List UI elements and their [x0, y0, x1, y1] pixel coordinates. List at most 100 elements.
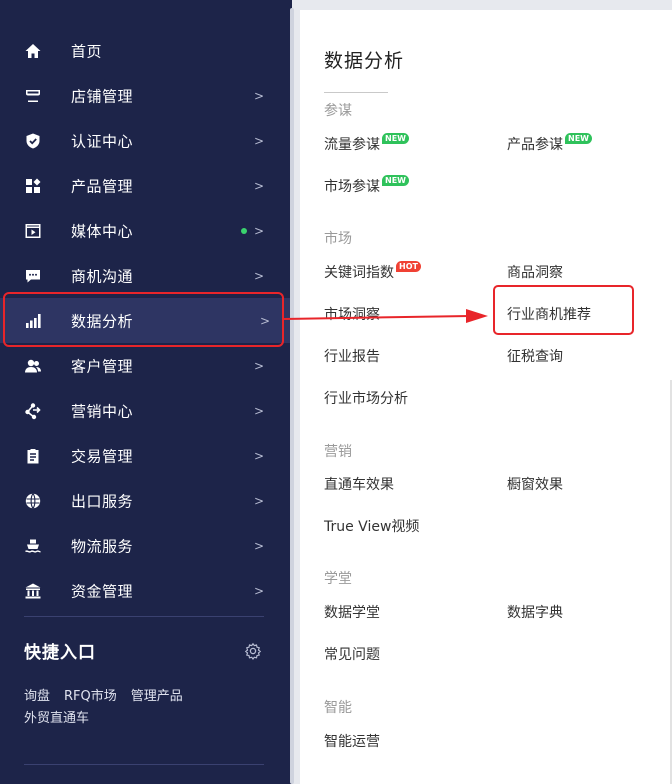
- sidebar-item-label: 产品管理: [71, 177, 134, 195]
- sidebar-item-data-analysis[interactable]: 数据分析 >: [0, 298, 292, 343]
- sidebar-item-label: 店铺管理: [71, 87, 134, 105]
- new-badge: NEW: [382, 132, 409, 144]
- link-label: 数据字典: [507, 605, 563, 621]
- sidebar-item-funds[interactable]: 资金管理 >: [0, 568, 292, 613]
- link-showcase-effect[interactable]: 橱窗效果: [507, 474, 563, 494]
- bank-icon: [24, 582, 42, 600]
- link-label: 征税查询: [507, 349, 563, 365]
- sidebar-divider: [24, 616, 264, 617]
- sidebar-item-export-services[interactable]: 出口服务 >: [0, 478, 292, 523]
- link-industry-report[interactable]: 行业报告: [324, 346, 380, 366]
- sidebar-item-label: 营销中心: [71, 402, 134, 420]
- customers-icon: [24, 357, 42, 375]
- link-industry-market-analysis[interactable]: 行业市场分析: [324, 388, 408, 408]
- chevron-right-icon: >: [253, 538, 264, 553]
- quick-link-manage-products[interactable]: 管理产品: [131, 689, 183, 704]
- section-title-academy: 学堂: [324, 571, 352, 587]
- link-label: 行业报告: [324, 349, 380, 365]
- sidebar-item-label: 物流服务: [71, 537, 134, 555]
- sidebar-divider: [24, 764, 264, 765]
- clipboard-icon: [24, 447, 42, 465]
- sidebar-scrollbar[interactable]: [290, 8, 294, 784]
- sidebar-item-business-chat[interactable]: 商机沟通 >: [0, 253, 292, 298]
- chevron-right-icon: >: [253, 403, 264, 418]
- ship-icon: [24, 537, 42, 555]
- hot-badge: HOT: [396, 260, 421, 272]
- link-label: 橱窗效果: [507, 477, 563, 493]
- sidebar-item-store[interactable]: 店铺管理 >: [0, 73, 292, 118]
- sidebar-item-marketing[interactable]: 营销中心 >: [0, 388, 292, 433]
- link-label: 商品洞察: [507, 265, 563, 281]
- sidebar-item-label: 商机沟通: [71, 267, 134, 285]
- media-play-icon: [24, 222, 42, 240]
- link-market-insight[interactable]: 市场洞察: [324, 304, 380, 324]
- link-label: 产品参谋: [507, 137, 563, 153]
- link-label: 行业市场分析: [324, 391, 408, 407]
- sidebar-item-label: 数据分析: [71, 312, 134, 330]
- link-smart-operations[interactable]: 智能运营: [324, 731, 380, 751]
- sidebar-item-label: 交易管理: [71, 447, 134, 465]
- section-title-marketing: 营销: [324, 444, 352, 460]
- quick-entry-links: 询盘 RFQ市场 管理产品外贸直通车: [24, 686, 274, 730]
- sidebar-item-products[interactable]: 产品管理 >: [0, 163, 292, 208]
- link-keyword-index[interactable]: 关键词指数 HOT: [324, 260, 421, 282]
- marketing-icon: [24, 402, 42, 420]
- sidebar-item-home[interactable]: 首页: [0, 28, 292, 73]
- link-data-dictionary[interactable]: 数据字典: [507, 602, 563, 622]
- sidebar-item-label: 资金管理: [71, 582, 134, 600]
- sidebar-item-certification[interactable]: 认证中心 >: [0, 118, 292, 163]
- chevron-right-icon: >: [253, 133, 264, 148]
- link-label: 数据学堂: [324, 605, 380, 621]
- bar-chart-icon: [24, 312, 42, 330]
- chevron-right-icon: >: [253, 358, 264, 373]
- sidebar-item-label: 客户管理: [71, 357, 134, 375]
- gear-icon[interactable]: [244, 642, 262, 660]
- link-label: 行业商机推荐: [507, 307, 591, 323]
- section-title-advisor: 参谋: [324, 103, 352, 119]
- new-badge: NEW: [565, 132, 592, 144]
- link-industry-opportunity-recommendation[interactable]: 行业商机推荐: [507, 304, 591, 324]
- sidebar-item-logistics[interactable]: 物流服务 >: [0, 523, 292, 568]
- shield-check-icon: [24, 132, 42, 150]
- link-label: 关键词指数: [324, 265, 394, 281]
- link-label: True View视频: [324, 519, 420, 535]
- sidebar-item-customers[interactable]: 客户管理 >: [0, 343, 292, 388]
- link-true-view-video[interactable]: True View视频: [324, 516, 419, 536]
- data-analysis-flyout-panel: 数据分析 参谋 流量参谋 NEW 产品参谋 NEW 市场参谋 NEW 市场 关键…: [300, 10, 672, 784]
- quick-entry-title: 快捷入口: [24, 643, 96, 663]
- chevron-right-icon: >: [253, 223, 264, 238]
- chevron-right-icon: >: [253, 493, 264, 508]
- chevron-right-icon: >: [253, 448, 264, 463]
- link-data-academy[interactable]: 数据学堂: [324, 602, 380, 622]
- home-icon: [24, 42, 42, 60]
- chevron-right-icon: >: [253, 268, 264, 283]
- link-traffic-advisor[interactable]: 流量参谋 NEW: [324, 132, 409, 154]
- link-product-insight[interactable]: 商品洞察: [507, 262, 563, 282]
- link-market-advisor[interactable]: 市场参谋 NEW: [324, 174, 409, 196]
- chevron-right-icon: >: [253, 583, 264, 598]
- globe-icon: [24, 492, 42, 510]
- sidebar-nav: 首页 店铺管理 > 认证中心 > 产品管理 > 媒体中心 > 商机沟通 > 数据…: [0, 0, 292, 784]
- sidebar-item-label: 认证中心: [71, 132, 134, 150]
- sidebar-item-label: 首页: [71, 42, 103, 60]
- quick-link-inquiry[interactable]: 询盘: [24, 689, 50, 704]
- chat-icon: [24, 267, 42, 285]
- sidebar-item-media[interactable]: 媒体中心 >: [0, 208, 292, 253]
- link-faq[interactable]: 常见问题: [324, 644, 380, 664]
- chevron-right-icon: >: [253, 88, 264, 103]
- new-badge: NEW: [382, 174, 409, 186]
- notification-dot: [241, 227, 247, 234]
- quick-link-rfq-market[interactable]: RFQ市场: [64, 689, 117, 704]
- link-label: 常见问题: [324, 647, 380, 663]
- panel-title-divider: [324, 92, 388, 93]
- sidebar-item-label: 媒体中心: [71, 222, 134, 240]
- link-product-advisor[interactable]: 产品参谋 NEW: [507, 132, 592, 154]
- link-label: 流量参谋: [324, 137, 380, 153]
- panel-title: 数据分析: [324, 50, 405, 72]
- link-label: 市场洞察: [324, 307, 380, 323]
- sidebar-item-transactions[interactable]: 交易管理 >: [0, 433, 292, 478]
- quick-link-trade-express[interactable]: 外贸直通车: [24, 711, 89, 726]
- link-tax-query[interactable]: 征税查询: [507, 346, 563, 366]
- chevron-right-icon: >: [259, 313, 270, 328]
- link-p4p-effect[interactable]: 直通车效果: [324, 474, 394, 494]
